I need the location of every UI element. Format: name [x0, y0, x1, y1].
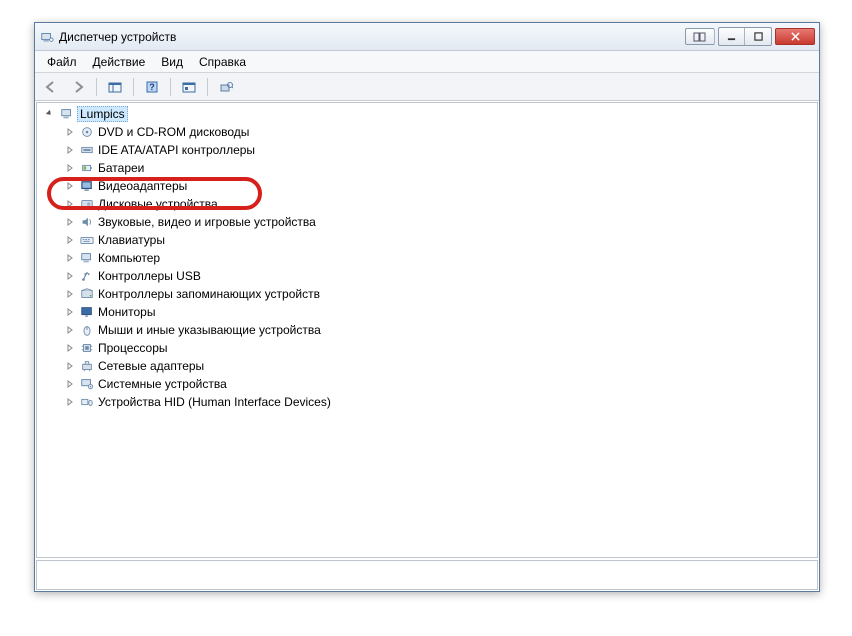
- tree-item[interactable]: Дисковые устройства: [37, 195, 817, 213]
- expand-icon[interactable]: [65, 199, 75, 209]
- min-max-group: [718, 27, 772, 46]
- properties-button[interactable]: [214, 76, 238, 98]
- menu-action[interactable]: Действие: [85, 53, 154, 71]
- network-icon: [79, 358, 95, 374]
- tree-item[interactable]: Процессоры: [37, 339, 817, 357]
- app-icon: [39, 29, 55, 45]
- toolbar-separator: [170, 78, 171, 96]
- tree-item-label: Дисковые устройства: [98, 197, 218, 211]
- back-button[interactable]: [39, 76, 63, 98]
- monitor-icon: [79, 304, 95, 320]
- computer-icon: [59, 106, 75, 122]
- expand-icon[interactable]: [65, 361, 75, 371]
- tree-item[interactable]: Видеоадаптеры: [37, 177, 817, 195]
- tree-item[interactable]: Батареи: [37, 159, 817, 177]
- tree-item-label: Сетевые адаптеры: [98, 359, 204, 373]
- system-icon: [79, 376, 95, 392]
- tree-item-label: Видеоадаптеры: [98, 179, 187, 193]
- tree-item[interactable]: IDE ATA/ATAPI контроллеры: [37, 141, 817, 159]
- tree-item[interactable]: Контроллеры запоминающих устройств: [37, 285, 817, 303]
- toolbar: ?: [35, 73, 819, 101]
- disk-icon: [79, 196, 95, 212]
- tree-item-label: Мониторы: [98, 305, 155, 319]
- help-titlebar-button[interactable]: [685, 28, 715, 45]
- tree-item[interactable]: Клавиатуры: [37, 231, 817, 249]
- tree-item-label: Контроллеры запоминающих устройств: [98, 287, 320, 301]
- storage-icon: [79, 286, 95, 302]
- expand-icon[interactable]: [65, 181, 75, 191]
- device-manager-window: Диспетчер устройств Файл Действие Вид Сп…: [34, 22, 820, 592]
- toolbar-separator: [96, 78, 97, 96]
- expand-icon[interactable]: [65, 289, 75, 299]
- ide-icon: [79, 142, 95, 158]
- tree-item-label: Звуковые, видео и игровые устройства: [98, 215, 316, 229]
- tree-item[interactable]: Сетевые адаптеры: [37, 357, 817, 375]
- status-panel: [36, 560, 818, 590]
- expand-icon[interactable]: [65, 271, 75, 281]
- maximize-button[interactable]: [745, 28, 771, 45]
- expand-icon[interactable]: [65, 343, 75, 353]
- menu-help[interactable]: Справка: [191, 53, 254, 71]
- menubar: Файл Действие Вид Справка: [35, 51, 819, 73]
- keyboard-icon: [79, 232, 95, 248]
- tree-item-label: Контроллеры USB: [98, 269, 201, 283]
- tree-item[interactable]: Мониторы: [37, 303, 817, 321]
- tree-item[interactable]: Мыши и иные указывающие устройства: [37, 321, 817, 339]
- scan-hardware-button[interactable]: [177, 76, 201, 98]
- computer-icon: [79, 250, 95, 266]
- expand-icon[interactable]: [65, 379, 75, 389]
- expand-icon[interactable]: [65, 145, 75, 155]
- tree-item[interactable]: Системные устройства: [37, 375, 817, 393]
- window-controls: [685, 27, 815, 46]
- mouse-icon: [79, 322, 95, 338]
- expand-icon[interactable]: [65, 217, 75, 227]
- expand-icon[interactable]: [65, 127, 75, 137]
- toolbar-separator: [207, 78, 208, 96]
- tree-item-label: Мыши и иные указывающие устройства: [98, 323, 321, 337]
- root-label[interactable]: Lumpics: [77, 106, 128, 122]
- sound-icon: [79, 214, 95, 230]
- tree-item-label: Системные устройства: [98, 377, 227, 391]
- tree-item[interactable]: Устройства HID (Human Interface Devices): [37, 393, 817, 411]
- display-icon: [79, 178, 95, 194]
- help-button[interactable]: ?: [140, 76, 164, 98]
- show-hide-tree-button[interactable]: [103, 76, 127, 98]
- tree-root-node[interactable]: Lumpics: [37, 105, 817, 123]
- tree-item-label: Процессоры: [98, 341, 168, 355]
- titlebar: Диспетчер устройств: [35, 23, 819, 51]
- tree-item-label: IDE ATA/ATAPI контроллеры: [98, 143, 255, 157]
- menu-file[interactable]: Файл: [39, 53, 85, 71]
- tree-item-label: DVD и CD-ROM дисководы: [98, 125, 249, 139]
- tree-item[interactable]: DVD и CD-ROM дисководы: [37, 123, 817, 141]
- expand-icon[interactable]: [65, 307, 75, 317]
- expand-icon[interactable]: [65, 235, 75, 245]
- tree-item-label: Батареи: [98, 161, 144, 175]
- expand-icon[interactable]: [65, 325, 75, 335]
- window-title: Диспетчер устройств: [59, 30, 685, 44]
- tree-item[interactable]: Контроллеры USB: [37, 267, 817, 285]
- expand-icon[interactable]: [65, 397, 75, 407]
- tree-item-label: Устройства HID (Human Interface Devices): [98, 395, 331, 409]
- close-button[interactable]: [775, 28, 815, 45]
- expand-icon[interactable]: [65, 163, 75, 173]
- menu-view[interactable]: Вид: [153, 53, 191, 71]
- battery-icon: [79, 160, 95, 176]
- hid-icon: [79, 394, 95, 410]
- content-area: Lumpics DVD и CD-ROM дисководы IDE ATA/A…: [35, 101, 819, 591]
- toolbar-separator: [133, 78, 134, 96]
- expand-icon[interactable]: [65, 253, 75, 263]
- tree-item-label: Клавиатуры: [98, 233, 165, 247]
- svg-text:?: ?: [149, 82, 155, 92]
- minimize-button[interactable]: [719, 28, 745, 45]
- tree-item-label: Компьютер: [98, 251, 160, 265]
- forward-button[interactable]: [66, 76, 90, 98]
- tree-item[interactable]: Компьютер: [37, 249, 817, 267]
- usb-icon: [79, 268, 95, 284]
- tree-item[interactable]: Звуковые, видео и игровые устройства: [37, 213, 817, 231]
- device-tree[interactable]: Lumpics DVD и CD-ROM дисководы IDE ATA/A…: [36, 102, 818, 558]
- collapse-icon[interactable]: [45, 109, 55, 119]
- disc-icon: [79, 124, 95, 140]
- cpu-icon: [79, 340, 95, 356]
